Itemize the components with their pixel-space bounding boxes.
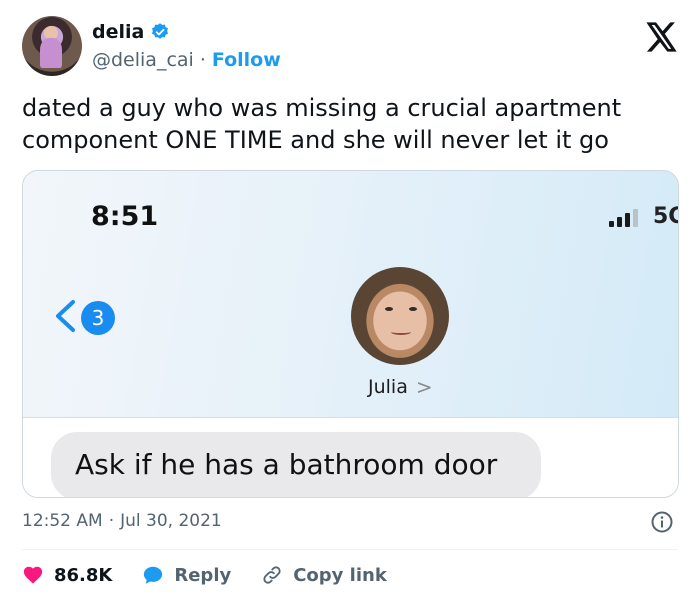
unread-count-badge: 3 <box>81 301 115 335</box>
network-type: 5G <box>653 204 678 229</box>
author-handle-row: @delia_cai · Follow <box>92 49 281 71</box>
contact-name-row: Julia > <box>368 375 433 399</box>
follow-button[interactable]: Follow <box>212 49 281 71</box>
copy-link-label: Copy link <box>293 564 387 586</box>
tweet-time: 12:52 AM <box>22 511 103 531</box>
reply-bubble-icon <box>144 566 163 584</box>
author-name-row: delia <box>92 21 170 43</box>
contact-chevron-icon: > <box>415 375 433 399</box>
reply-button[interactable]: Reply <box>142 564 231 586</box>
author-avatar[interactable] <box>22 16 82 76</box>
signal-bars-icon <box>609 209 638 227</box>
back-chevron-icon <box>56 300 75 332</box>
message-bubble: Ask if he has a bathroom door <box>51 432 541 497</box>
link-icon <box>263 566 281 584</box>
tweet-timestamp[interactable]: 12:52 AM · Jul 30, 2021 <box>22 511 222 531</box>
actions-separator <box>22 549 678 550</box>
contact-photo <box>351 267 449 365</box>
handle-separator: · <box>199 49 206 71</box>
contact-eye-right <box>409 307 417 311</box>
heart-icon <box>23 566 43 584</box>
contact-mouth <box>391 329 411 335</box>
tweet-media-screenshot[interactable]: 8:51 5G 3 Julia > Ask if he has a bathro… <box>22 170 679 498</box>
contact-name: Julia <box>368 376 408 398</box>
timestamp-separator: · <box>108 511 115 531</box>
tweet-actions: 86.8K Reply Copy link <box>22 562 417 588</box>
info-icon[interactable] <box>650 510 674 534</box>
like-count: 86.8K <box>54 564 113 586</box>
message-text: Ask if he has a bathroom door <box>75 448 498 481</box>
contact-eye-left <box>385 307 393 311</box>
tweet-date: Jul 30, 2021 <box>120 511 222 531</box>
tweet-header: delia @delia_cai · Follow <box>22 16 678 78</box>
x-logo-icon[interactable] <box>646 22 678 52</box>
like-button[interactable]: 86.8K <box>22 564 112 586</box>
author-handle[interactable]: @delia_cai <box>92 49 194 71</box>
conversation-area: Ask if he has a bathroom door <box>23 418 678 497</box>
status-bar-time: 8:51 <box>91 201 159 232</box>
author-name[interactable]: delia <box>92 21 144 43</box>
copy-link-button[interactable]: Copy link <box>261 564 387 586</box>
tweet-text: dated a guy who was missing a crucial ap… <box>22 94 622 154</box>
verified-badge-icon <box>152 23 169 39</box>
avatar-figure <box>40 38 62 68</box>
reply-label: Reply <box>174 564 232 586</box>
